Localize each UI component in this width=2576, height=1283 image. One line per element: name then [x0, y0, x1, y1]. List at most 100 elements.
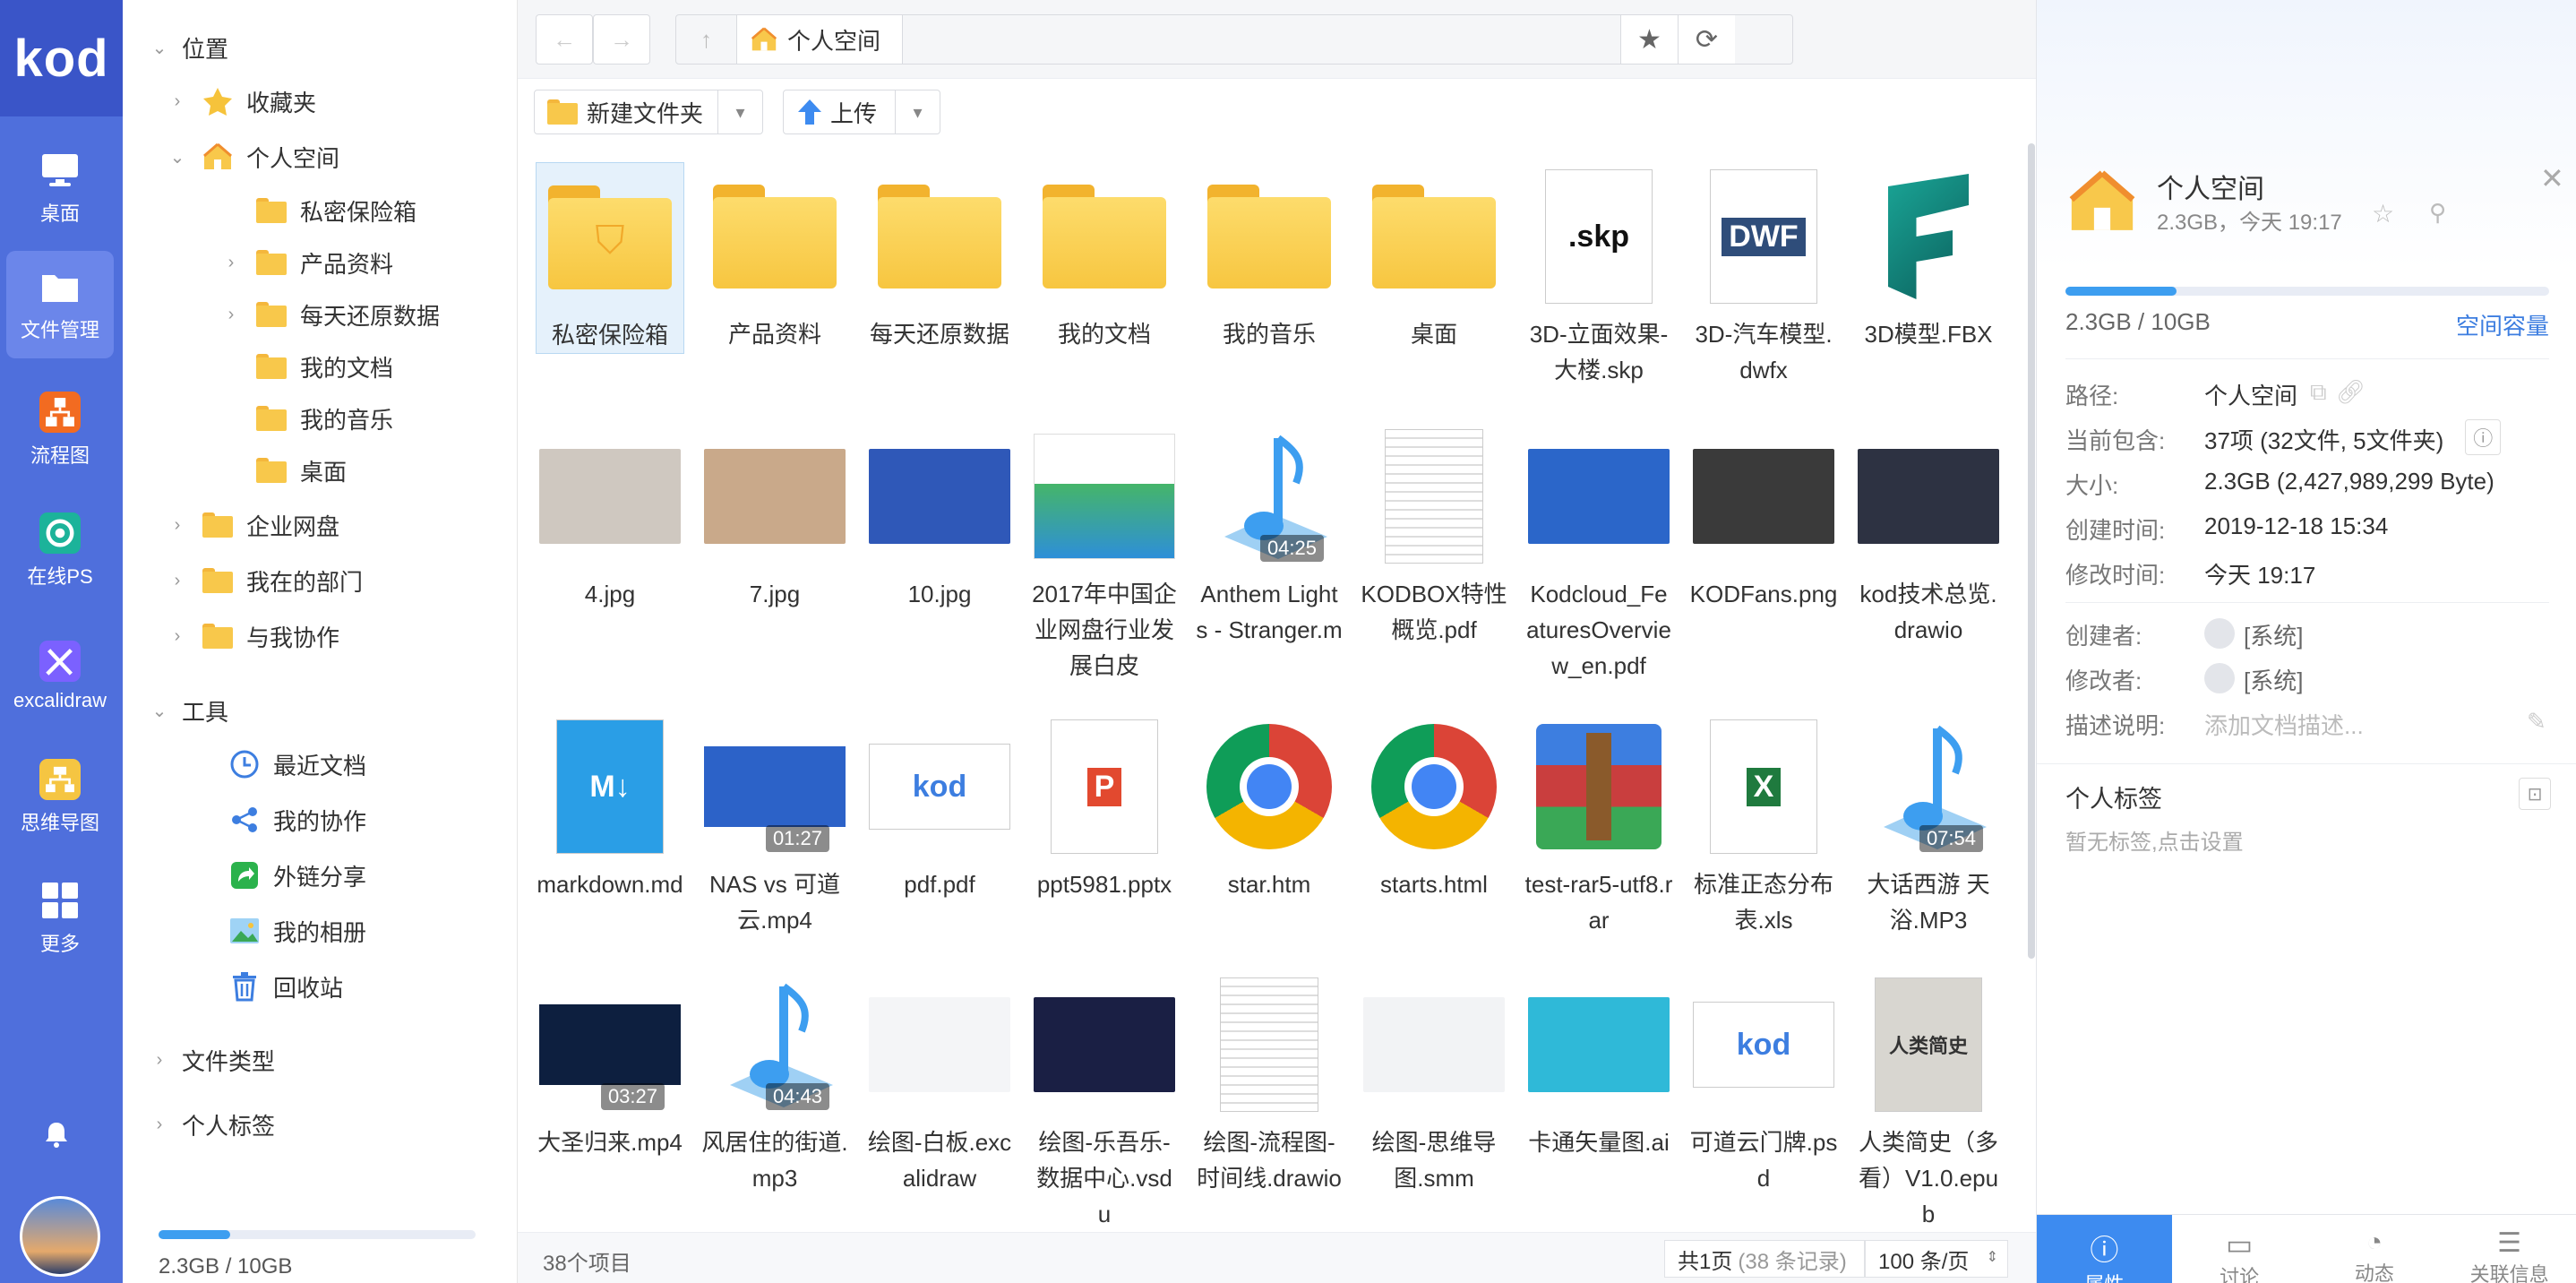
tree-item-music[interactable]: ›我的音乐	[221, 398, 393, 439]
file-item[interactable]: 10.jpg	[865, 422, 1014, 612]
tab-properties[interactable]: ⓘ 属性	[2037, 1215, 2172, 1283]
tree-cooperate[interactable]: › 与我协作	[167, 616, 339, 657]
tree-item-restore[interactable]: › 每天还原数据	[221, 294, 440, 335]
file-item[interactable]: 卡通矢量图.ai	[1524, 970, 1673, 1160]
link-icon[interactable]: 🔗︎	[2336, 378, 2366, 411]
nav-mindmap[interactable]: 思维导图	[6, 744, 114, 851]
bell-icon[interactable]	[43, 1120, 73, 1150]
star-icon[interactable]: ★	[1620, 15, 1678, 64]
file-item[interactable]: X 标准正态分布表.xls	[1689, 712, 1838, 938]
nav-file-manager[interactable]: 文件管理	[6, 251, 114, 358]
chevron-down-icon[interactable]: ▾	[717, 90, 762, 133]
file-item[interactable]: M↓ markdown.md	[536, 712, 684, 902]
tool-trash[interactable]: ›回收站	[194, 966, 343, 1007]
arrow-up-icon[interactable]: ↑	[676, 15, 737, 64]
file-item[interactable]: kod pdf.pdf	[865, 712, 1014, 902]
file-item[interactable]: star.htm	[1195, 712, 1344, 902]
address-bar[interactable]: ↑ 个人空间 ★ ⟳	[675, 14, 1793, 65]
file-item[interactable]: 7.jpg	[700, 422, 849, 612]
tab-activity[interactable]: ◔ 动态	[2307, 1215, 2443, 1283]
tree-item-vault[interactable]: ›私密保险箱	[221, 190, 416, 231]
tree-item-docs[interactable]: ›我的文档	[221, 346, 393, 387]
file-item[interactable]: DWF 3D-汽车模型.dwfx	[1689, 162, 1838, 388]
nav-flowchart[interactable]: 流程图	[6, 376, 114, 484]
file-item[interactable]: 04:25 Anthem Lights - Stranger.m	[1195, 422, 1344, 648]
tool-album[interactable]: ›我的相册	[194, 910, 366, 951]
new-folder-button[interactable]: 新建文件夹 ▾	[534, 90, 763, 134]
chevron-down-icon[interactable]: ▾	[895, 90, 940, 133]
file-item[interactable]: 绘图-流程图-时间线.drawio	[1195, 970, 1344, 1196]
info-icon[interactable]: ⓘ	[2465, 419, 2502, 455]
tree-personal-tags[interactable]: › 个人标签	[150, 1104, 275, 1145]
nav-excalidraw[interactable]: excalidraw	[6, 623, 114, 730]
vault-thumbnail: ⛉	[536, 163, 684, 312]
tool-recent[interactable]: ›最近文档	[194, 744, 366, 785]
user-avatar[interactable]	[20, 1196, 100, 1277]
tab-related[interactable]: ☰ 关联信息	[2442, 1215, 2576, 1283]
tool-coop[interactable]: ›我的协作	[194, 799, 366, 840]
tool-share-link[interactable]: ›外链分享	[194, 855, 366, 896]
file-item[interactable]: ⛉ 私密保险箱	[536, 162, 684, 354]
nav-desktop[interactable]: 桌面	[6, 134, 114, 242]
forward-button[interactable]: →	[593, 14, 650, 65]
nav-more[interactable]: 更多	[6, 865, 114, 972]
edit-icon[interactable]: ✎	[2527, 708, 2546, 741]
tags-hint[interactable]: 暂无标签,点击设置	[2065, 824, 2244, 856]
file-item[interactable]: 01:27 NAS vs 可道云.mp4	[700, 712, 849, 938]
description-input[interactable]: 添加文档描述...	[2204, 708, 2527, 741]
file-item[interactable]: 04:43 风居住的街道.mp3	[700, 970, 849, 1196]
file-item[interactable]: .skp 3D-立面效果-大楼.skp	[1524, 162, 1673, 388]
file-name: 7.jpg	[749, 581, 801, 607]
excalidraw-icon	[39, 641, 81, 682]
close-icon[interactable]: ✕	[2540, 161, 2564, 195]
file-item[interactable]: 07:54 大话西游 天浴.MP3	[1854, 712, 2003, 938]
file-item[interactable]: KODFans.png	[1689, 422, 1838, 612]
chevron-right-icon: ›	[174, 90, 181, 111]
quota-link[interactable]: 空间容量	[2456, 308, 2549, 341]
prop-value[interactable]: 个人空间	[2204, 378, 2297, 411]
file-item[interactable]: 我的音乐	[1195, 162, 1344, 352]
file-item[interactable]: 绘图-乐吾乐-数据中心.vsdu	[1030, 970, 1179, 1232]
file-item[interactable]: 4.jpg	[536, 422, 684, 612]
copy-icon[interactable]: ⧉	[2310, 378, 2327, 411]
file-item[interactable]: 人类简史 人类简史（多看）V1.0.epub	[1854, 970, 2003, 1232]
tree-item-desktop[interactable]: ›桌面	[221, 450, 347, 491]
file-item[interactable]: 桌面	[1360, 162, 1508, 352]
file-item[interactable]: 绘图-思维导图.smm	[1360, 970, 1508, 1196]
file-item[interactable]: kod 可道云门牌.psd	[1689, 970, 1838, 1196]
tree-file-types[interactable]: › 文件类型	[150, 1039, 275, 1081]
tree-tools-header[interactable]: ⌄ 工具	[150, 690, 228, 731]
tree-location-header[interactable]: ⌄ 位置	[150, 27, 228, 68]
file-item[interactable]: 3D模型.FBX	[1854, 162, 2003, 352]
file-item[interactable]: Pppt5981.pptx	[1030, 712, 1179, 902]
tree-item-product[interactable]: › 产品资料	[221, 242, 393, 283]
file-item[interactable]: 产品资料	[700, 162, 849, 352]
tree-favorites[interactable]: › 收藏夹	[167, 81, 316, 122]
file-item[interactable]: test-rar5-utf8.rar	[1524, 712, 1673, 938]
nav-online-ps[interactable]: 在线PS	[6, 497, 114, 605]
back-button[interactable]: ←	[536, 14, 593, 65]
file-item[interactable]: starts.html	[1360, 712, 1508, 902]
file-name: 3D-汽车模型.dwfx	[1695, 321, 1833, 383]
upload-button[interactable]: 上传 ▾	[783, 90, 940, 134]
per-page-select[interactable]: 100 条/页 ⇕	[1865, 1240, 2008, 1278]
file-item[interactable]: 每天还原数据	[865, 162, 1014, 352]
bookmark-icon[interactable]: ⊡	[2519, 778, 2551, 810]
file-item[interactable]: 我的文档	[1030, 162, 1179, 352]
breadcrumb[interactable]: 个人空间	[737, 15, 904, 64]
tree-personal-space[interactable]: ⌄ 个人空间	[167, 136, 339, 177]
refresh-icon[interactable]: ⟳	[1678, 15, 1735, 64]
tree-enterprise[interactable]: › 企业网盘	[167, 504, 339, 546]
file-item[interactable]: kod技术总览.drawio	[1854, 422, 2003, 648]
file-item[interactable]: 绘图-白板.excalidraw	[865, 970, 1014, 1196]
folder-icon	[253, 402, 289, 435]
star-outline-icon[interactable]: ☆	[2372, 199, 2394, 228]
pin-icon[interactable]: ⚲	[2429, 199, 2446, 227]
file-item[interactable]: 03:27 大圣归来.mp4	[536, 970, 684, 1160]
vertical-scrollbar[interactable]	[2028, 143, 2035, 959]
file-item[interactable]: KODBOX特性概览.pdf	[1360, 422, 1508, 648]
file-item[interactable]: 2017年中国企业网盘行业发展白皮	[1030, 422, 1179, 684]
file-item[interactable]: Kodcloud_FeaturesOverview_en.pdf	[1524, 422, 1673, 684]
tab-discussion[interactable]: ▭ 讨论	[2172, 1215, 2307, 1283]
tree-department[interactable]: › 我在的部门	[167, 560, 363, 601]
